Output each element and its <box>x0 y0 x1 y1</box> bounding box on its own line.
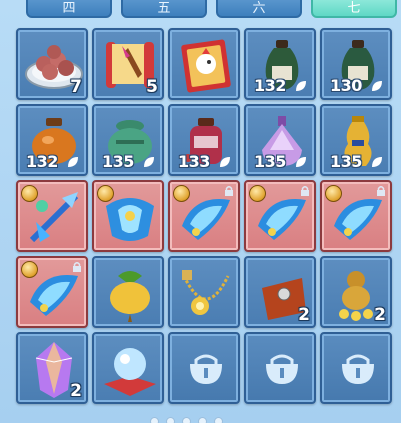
item-quantity: 7 <box>70 77 82 97</box>
lock-icon <box>225 186 233 196</box>
inventory-slot[interactable]: 7 <box>16 28 88 100</box>
item-price: 130 <box>330 76 362 95</box>
item-price: 132 <box>254 76 286 95</box>
page-dot[interactable] <box>214 417 223 423</box>
leaf-currency-icon <box>372 81 382 91</box>
item-price: 135 <box>330 152 362 171</box>
inventory-slot[interactable]: 133 <box>168 104 240 176</box>
inventory-slot[interactable]: 2 <box>320 256 392 328</box>
inventory-slot[interactable]: 135 <box>320 104 392 176</box>
gear-badge-icon <box>249 185 266 202</box>
item-quantity: 2 <box>374 305 386 325</box>
locked-slot[interactable] <box>244 332 316 404</box>
inventory-panel: 四 五 六 七 7 5 132 130 132 135 133 135 135 … <box>0 0 401 423</box>
inventory-slot[interactable] <box>16 256 88 328</box>
inventory-slot[interactable] <box>92 180 164 252</box>
inventory-slot[interactable] <box>168 256 240 328</box>
leaf-currency-icon <box>296 157 306 167</box>
inventory-slot[interactable] <box>92 256 164 328</box>
gold-necklace-icon <box>182 270 230 315</box>
inventory-slot[interactable] <box>320 180 392 252</box>
inventory-slot[interactable]: 5 <box>92 28 164 100</box>
rooster-card-icon <box>181 39 231 93</box>
inventory-slot[interactable] <box>16 180 88 252</box>
inventory-slot[interactable] <box>92 332 164 404</box>
lock-icon <box>342 354 374 384</box>
leaf-currency-icon <box>144 157 154 167</box>
page-dot[interactable] <box>166 417 175 423</box>
leaf-currency-icon <box>296 81 306 91</box>
lock-icon <box>301 186 309 196</box>
locked-slot[interactable] <box>168 332 240 404</box>
inventory-slot[interactable]: 135 <box>244 104 316 176</box>
inventory-slot[interactable] <box>168 28 240 100</box>
page-dot[interactable] <box>150 417 159 423</box>
inventory-slot[interactable]: 132 <box>244 28 316 100</box>
inventory-slot[interactable] <box>168 180 240 252</box>
inventory-slot[interactable] <box>244 180 316 252</box>
inventory-slot[interactable]: 2 <box>16 332 88 404</box>
gear-badge-icon <box>325 185 342 202</box>
inventory-slot[interactable]: 2 <box>244 256 316 328</box>
item-quantity: 2 <box>298 305 310 325</box>
gear-badge-icon <box>21 185 38 202</box>
item-price: 135 <box>254 152 286 171</box>
tab-7[interactable]: 七 <box>311 0 397 18</box>
leaf-currency-icon <box>372 157 382 167</box>
item-price: 132 <box>26 152 58 171</box>
gear-badge-icon <box>173 185 190 202</box>
inventory-slot[interactable]: 132 <box>16 104 88 176</box>
gear-badge-icon <box>97 185 114 202</box>
item-price: 133 <box>178 152 210 171</box>
lock-icon <box>266 354 298 384</box>
tab-6[interactable]: 六 <box>216 0 302 18</box>
gear-badge-icon <box>21 261 38 278</box>
lock-icon <box>73 262 81 272</box>
lock-icon <box>377 186 385 196</box>
lock-icon <box>190 354 222 384</box>
crystal-ball-icon <box>104 348 156 396</box>
golden-fruit-icon <box>110 271 150 322</box>
page-dot[interactable] <box>198 417 207 423</box>
locked-slot[interactable] <box>320 332 392 404</box>
inventory-slot[interactable]: 130 <box>320 28 392 100</box>
leaf-currency-icon <box>68 157 78 167</box>
page-dot[interactable] <box>182 417 191 423</box>
item-price: 135 <box>102 152 134 171</box>
item-quantity: 5 <box>146 77 158 97</box>
leaf-currency-icon <box>220 157 230 167</box>
inventory-slot[interactable]: 135 <box>92 104 164 176</box>
page-tabs: 四 五 六 七 <box>0 0 401 22</box>
page-indicator <box>150 417 250 423</box>
tab-4[interactable]: 四 <box>26 0 112 18</box>
tab-5[interactable]: 五 <box>121 0 207 18</box>
item-quantity: 2 <box>70 381 82 401</box>
